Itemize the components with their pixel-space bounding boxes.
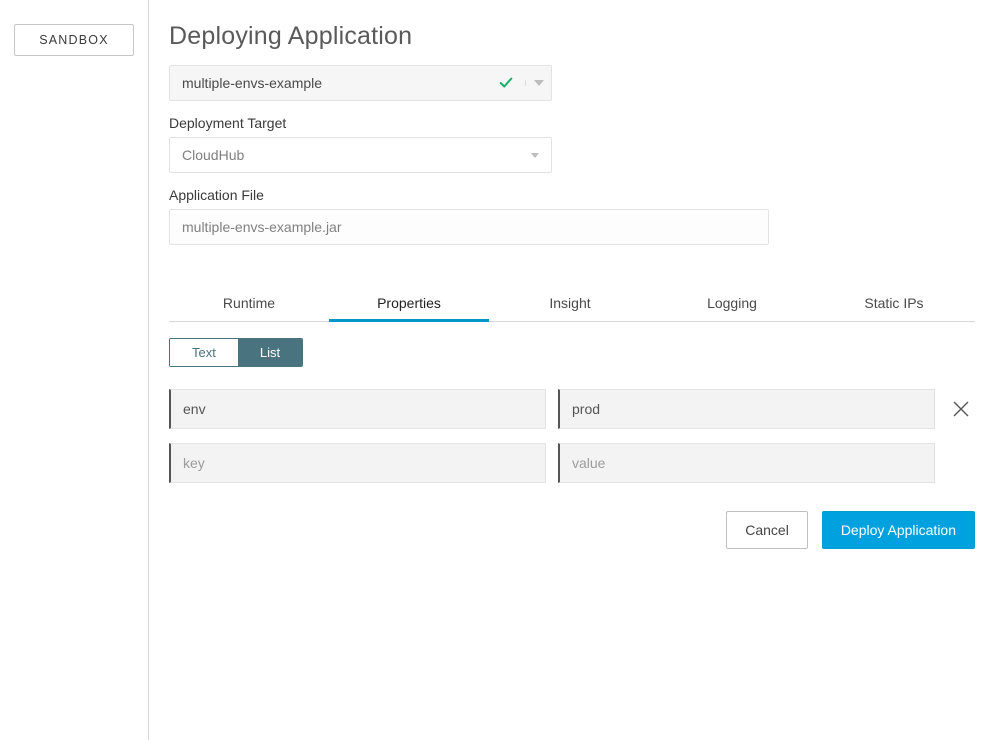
property-row-new [169,443,975,483]
property-row [169,389,975,429]
environment-chip[interactable]: SANDBOX [14,24,134,56]
chevron-down-icon[interactable] [525,80,551,86]
tab-properties[interactable]: Properties [329,285,489,322]
property-value-input[interactable] [558,389,935,429]
property-value-input-new[interactable] [558,443,935,483]
tab-static-ips[interactable]: Static IPs [813,285,975,322]
tab-insight[interactable]: Insight [489,285,651,322]
application-file-label: Application File [169,187,975,203]
application-file-value: multiple-envs-example.jar [182,219,342,235]
application-select-value: multiple-envs-example [182,75,322,91]
application-file-input[interactable]: multiple-envs-example.jar [169,209,769,245]
view-toggle-list[interactable]: List [238,339,302,366]
deployment-target-value: CloudHub [182,147,244,163]
application-select[interactable]: multiple-envs-example [169,65,552,101]
sidebar: SANDBOX [0,0,149,740]
tab-runtime[interactable]: Runtime [169,285,329,322]
tab-logging[interactable]: Logging [651,285,813,322]
property-key-input[interactable] [169,389,546,429]
chevron-down-icon [531,153,539,158]
close-icon[interactable] [947,395,975,423]
config-tabs: Runtime Properties Insight Logging Stati… [169,285,975,322]
checkmark-icon [499,76,513,90]
view-toggle-text[interactable]: Text [170,339,238,366]
properties-view-toggle: Text List [169,338,303,367]
property-key-input-new[interactable] [169,443,546,483]
cancel-button[interactable]: Cancel [726,511,808,549]
action-footer: Cancel Deploy Application [169,511,975,549]
main-panel: Deploying Application multiple-envs-exam… [149,0,999,740]
page-title: Deploying Application [169,22,975,51]
deployment-target-label: Deployment Target [169,115,975,131]
deployment-target-select[interactable]: CloudHub [169,137,552,173]
deploy-button[interactable]: Deploy Application [822,511,975,549]
